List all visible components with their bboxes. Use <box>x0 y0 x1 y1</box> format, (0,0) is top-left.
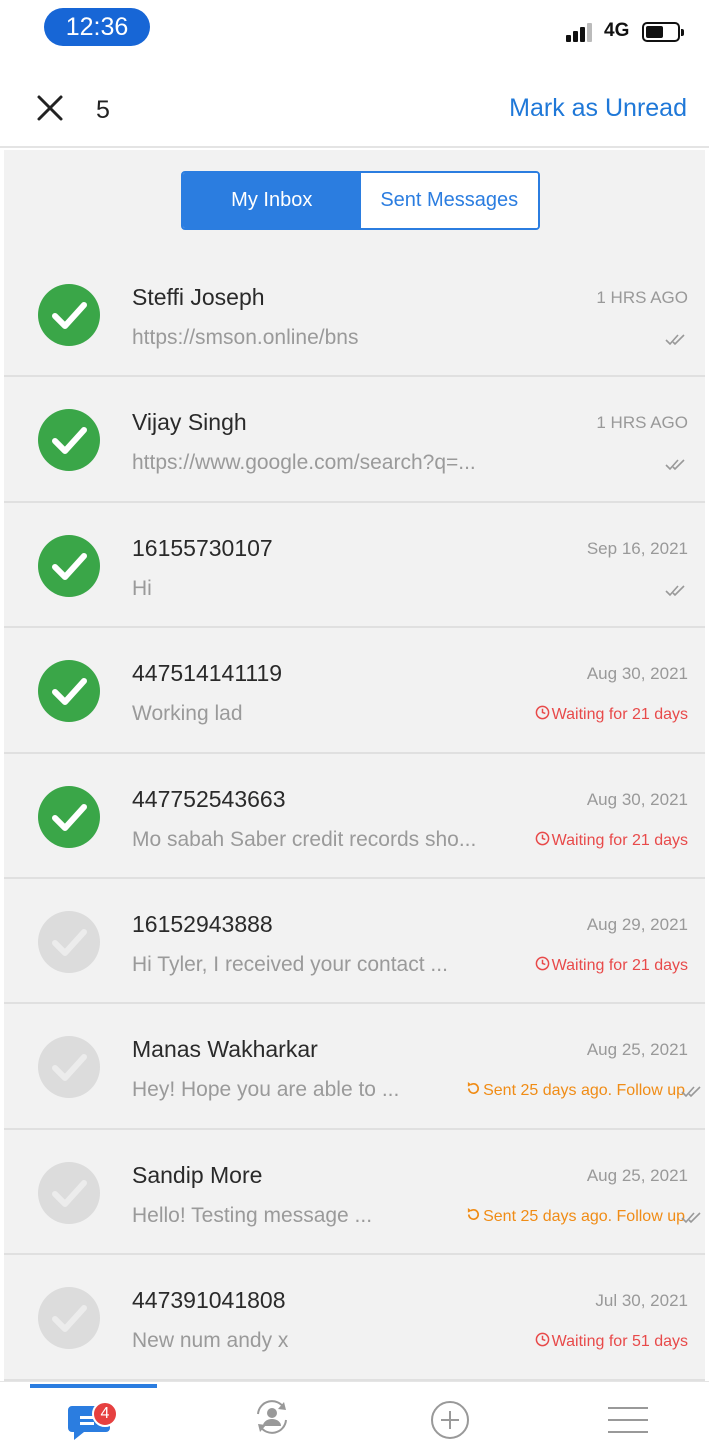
message-date: Aug 25, 2021 <box>586 1165 688 1185</box>
message-date: Aug 30, 2021 <box>586 664 688 684</box>
read-receipt-icon <box>665 457 687 471</box>
contacts-sync-icon <box>257 1400 287 1434</box>
message-date: Aug 29, 2021 <box>586 914 688 934</box>
message-date: Sep 16, 2021 <box>586 538 688 558</box>
checkmark-glyph <box>52 427 87 455</box>
mark-as-unread-button[interactable]: Mark as Unread <box>509 94 687 123</box>
menu-icon <box>608 1407 648 1433</box>
status-text: Sent 25 days ago. Follow up <box>466 1207 685 1227</box>
add-icon <box>431 1401 469 1439</box>
clock-icon <box>535 956 550 976</box>
checkmark-glyph <box>52 1054 87 1082</box>
checkmark-icon[interactable] <box>38 1287 100 1350</box>
unread-badge: 4 <box>92 1401 118 1427</box>
list-item[interactable]: Manas Wakharkar Aug 25, 2021 Hey! Hope y… <box>4 1004 705 1130</box>
message-date: 1 HRS AGO <box>596 288 688 307</box>
list-item[interactable]: Steffi Joseph 1 HRS AGO https://smson.on… <box>4 252 705 378</box>
read-receipt-icon <box>681 1084 703 1098</box>
checkmark-icon[interactable] <box>38 785 100 848</box>
status-text: Waiting for 51 days <box>535 1332 688 1352</box>
message-preview: Mo sabah Saber credit records sho... <box>132 827 477 851</box>
message-date: Aug 25, 2021 <box>586 1040 688 1060</box>
message-list: Steffi Joseph 1 HRS AGO https://smson.on… <box>4 252 705 1381</box>
active-tab-indicator <box>30 1384 157 1388</box>
close-button[interactable] <box>34 92 66 124</box>
checkmark-glyph <box>52 803 87 831</box>
message-preview: Hello! Testing message ... <box>132 1203 373 1227</box>
message-preview: Hi <box>132 576 152 600</box>
status-bar: 12:36 4G <box>0 0 709 56</box>
checkmark-glyph <box>52 302 87 329</box>
selected-count: 5 <box>96 96 110 124</box>
status-text: Waiting for 21 days <box>535 956 688 976</box>
checkmark-glyph <box>52 1305 87 1333</box>
list-item[interactable]: 16155730107 Sep 16, 2021 Hi <box>4 502 705 629</box>
checkmark-icon[interactable] <box>38 284 100 346</box>
follow-up-icon <box>466 1207 481 1227</box>
read-receipt-icon <box>681 1210 703 1224</box>
message-date: Jul 30, 2021 <box>595 1291 688 1311</box>
list-item[interactable]: 16152943888 Aug 29, 2021 Hi Tyler, I rec… <box>4 878 705 1005</box>
clock-icon <box>535 705 550 725</box>
message-preview: https://www.google.com/search?q=... <box>132 451 476 475</box>
read-receipt-icon <box>665 332 687 346</box>
status-time: 12:36 <box>44 8 150 46</box>
checkmark-icon[interactable] <box>38 534 100 597</box>
list-item[interactable]: 447391041808 Jul 30, 2021 New num andy x… <box>4 1255 705 1381</box>
message-preview: Hi Tyler, I received your contact ... <box>132 952 448 976</box>
status-text: Sent 25 days ago. Follow up <box>466 1081 685 1101</box>
message-date: 1 HRS AGO <box>596 413 688 433</box>
battery-icon <box>642 22 684 42</box>
status-text: Waiting for 21 days <box>535 705 688 725</box>
contact-name: 16152943888 <box>132 910 273 937</box>
contact-name: Steffi Joseph <box>132 284 265 310</box>
tab-menu[interactable] <box>604 1394 652 1440</box>
contact-name: Manas Wakharkar <box>132 1036 318 1063</box>
contact-name: Vijay Singh <box>132 409 247 436</box>
contact-name: 447391041808 <box>132 1287 286 1314</box>
list-item[interactable]: Sandip More Aug 25, 2021 Hello! Testing … <box>4 1129 705 1256</box>
list-item[interactable]: 447752543663 Aug 30, 2021 Mo sabah Saber… <box>4 753 705 879</box>
segment-area: My Inbox Sent Messages <box>4 150 705 252</box>
contact-name: 447514141119 <box>132 660 283 687</box>
checkmark-glyph <box>52 1179 87 1207</box>
network-type: 4G <box>604 20 630 41</box>
inbox-segmented-control: My Inbox Sent Messages <box>181 171 540 230</box>
selection-header: 5 Mark as Unread <box>0 62 709 148</box>
contact-name: Sandip More <box>132 1161 263 1188</box>
checkmark-icon[interactable] <box>38 1161 100 1224</box>
checkmark-icon[interactable] <box>38 910 100 973</box>
message-preview: New num andy x <box>132 1329 289 1353</box>
message-preview: Hey! Hope you are able to ... <box>132 1078 400 1102</box>
checkmark-icon[interactable] <box>38 409 100 472</box>
signal-icon <box>566 22 596 42</box>
checkmark-glyph <box>52 552 87 580</box>
checkmark-glyph <box>52 928 87 956</box>
message-preview: https://smson.online/bns <box>132 326 359 349</box>
tab-my-inbox[interactable]: My Inbox <box>183 173 361 228</box>
checkmark-icon[interactable] <box>38 1036 100 1099</box>
message-preview: Working lad <box>132 702 243 726</box>
message-date: Aug 30, 2021 <box>586 789 688 809</box>
list-item[interactable]: 447514141119 Aug 30, 2021 Working lad Wa… <box>4 628 705 754</box>
checkmark-glyph <box>52 678 87 706</box>
tab-sent-messages[interactable]: Sent Messages <box>360 173 538 228</box>
clock-icon <box>535 1332 550 1352</box>
contact-name: 16155730107 <box>132 534 273 561</box>
list-item[interactable]: Vijay Singh 1 HRS AGO https://www.google… <box>4 377 705 503</box>
contact-name: 447752543663 <box>132 785 286 812</box>
tab-contacts[interactable] <box>248 1394 296 1440</box>
read-receipt-icon <box>665 583 687 597</box>
clock-icon <box>535 831 550 851</box>
status-text: Waiting for 21 days <box>535 831 688 851</box>
close-icon <box>37 95 63 121</box>
follow-up-icon <box>466 1081 481 1101</box>
tab-add[interactable] <box>426 1394 474 1440</box>
checkmark-icon[interactable] <box>38 660 100 723</box>
